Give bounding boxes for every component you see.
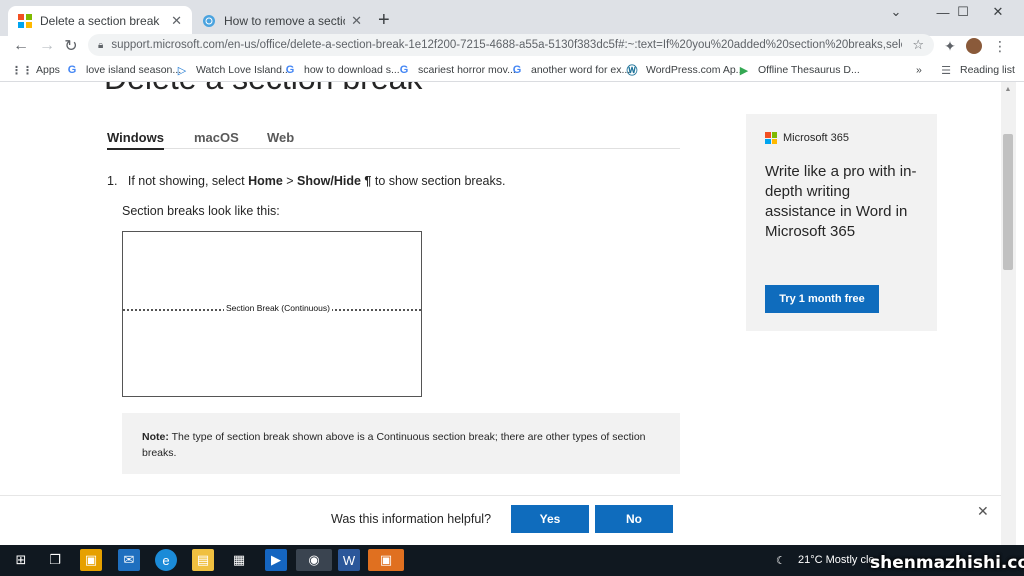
tab-title: How to remove a section break i xyxy=(224,14,345,28)
maximize-button[interactable]: ☐ xyxy=(945,0,981,24)
promo-brand: Microsoft 365 xyxy=(765,132,918,144)
avatar[interactable] xyxy=(966,38,982,54)
edge-icon[interactable]: e xyxy=(155,549,177,571)
bookmark-scariest-horror[interactable]: G scariest horror mov... xyxy=(398,64,516,76)
google-icon: G xyxy=(67,64,77,76)
reading-list-icon: ☰ xyxy=(941,64,951,77)
section-break-example: Section Break (Continuous) xyxy=(122,231,422,397)
store-icon[interactable]: ▣ xyxy=(80,549,102,571)
bookmark-wordpress[interactable]: Ⓦ WordPress.com Ap... xyxy=(626,64,745,77)
address-bar[interactable]: 🔒︎ support.microsoft.com/en-us/office/de… xyxy=(88,34,934,56)
google-icon: G xyxy=(399,64,409,76)
word-icon[interactable]: W xyxy=(338,549,360,571)
note-label: Note: xyxy=(142,431,169,443)
bookmark-offline-thesaurus[interactable]: ▶ Offline Thesaurus D... xyxy=(738,64,860,77)
no-button[interactable]: No xyxy=(595,505,673,533)
forward-button[interactable]: → xyxy=(36,36,58,56)
play-icon: ▷ xyxy=(177,64,187,77)
bookmark-watch-love-island[interactable]: ▷ Watch Love Island... xyxy=(176,64,291,77)
file-explorer-icon[interactable]: ▤ xyxy=(192,549,214,571)
close-tab-icon[interactable]: ✕ xyxy=(351,13,362,29)
scroll-up-icon[interactable]: ▲ xyxy=(1003,86,1013,93)
weather-icon[interactable]: ☾ xyxy=(776,554,786,567)
promo-brand-text: Microsoft 365 xyxy=(783,132,850,144)
step-text-end: to show section breaks. xyxy=(371,174,506,188)
bookmark-love-island[interactable]: G love island season... xyxy=(66,64,181,76)
bookmark-label: another word for ex... xyxy=(531,64,631,76)
app-icon[interactable]: ▦ xyxy=(228,549,250,571)
apps-grid-icon: ⋮⋮ xyxy=(11,64,33,77)
bookmarks-bar: ⋮⋮ Apps G love island season... ▷ Watch … xyxy=(0,60,1024,82)
close-window-button[interactable]: ✕ xyxy=(980,0,1016,24)
play-store-icon: ▶ xyxy=(739,64,749,77)
bookmark-label: how to download s... xyxy=(304,64,400,76)
bookmark-label: Watch Love Island... xyxy=(196,64,291,76)
step-separator: > xyxy=(282,174,298,188)
close-icon[interactable]: ✕ xyxy=(977,503,989,520)
tab-web[interactable]: Web xyxy=(267,130,294,145)
scrollbar-thumb[interactable] xyxy=(1003,134,1013,270)
bookmark-apps[interactable]: ⋮⋮ Apps xyxy=(11,64,60,77)
feedback-bar: Was this information helpful? Yes No ✕ xyxy=(0,495,1001,545)
reading-list-label: Reading list xyxy=(960,64,1015,76)
task-view-icon[interactable]: ❐ xyxy=(44,549,66,571)
watermark: shenmazhishi.com xyxy=(870,553,1024,573)
globe-icon xyxy=(203,15,215,27)
lock-icon: 🔒︎ xyxy=(98,39,104,51)
section-break-intro: Section breaks look like this: xyxy=(122,204,280,218)
weather-text[interactable]: 21°C Mostly cle xyxy=(798,554,875,566)
bookmarks-overflow-button[interactable]: » xyxy=(916,64,922,76)
microsoft-logo-icon xyxy=(765,132,777,144)
microsoft-logo-icon xyxy=(18,14,32,28)
windows-start-icon[interactable]: ⊞ xyxy=(10,549,32,571)
new-tab-button[interactable]: + xyxy=(378,9,390,32)
home-label: Home xyxy=(248,174,283,188)
app-window-icon[interactable]: ▣ xyxy=(368,549,404,571)
promo-headline: Write like a pro with in-depth writing a… xyxy=(765,163,917,240)
microsoft-365-promo: Microsoft 365 Write like a pro with in-d… xyxy=(746,114,937,331)
feedback-question: Was this information helpful? xyxy=(331,512,492,526)
step-text: If not showing, select xyxy=(127,174,249,188)
tab-strip: Delete a section break ✕ How to remove a… xyxy=(0,0,1024,36)
reading-list-button[interactable]: ☰ Reading list xyxy=(940,64,1015,77)
bookmark-label: Apps xyxy=(36,64,60,76)
bookmark-another-word[interactable]: G another word for ex... xyxy=(511,64,631,76)
google-icon: G xyxy=(512,64,522,76)
yes-button[interactable]: Yes xyxy=(511,505,589,533)
wordpress-icon: Ⓦ xyxy=(626,65,638,77)
section-break-label: Section Break (Continuous) xyxy=(224,303,332,313)
note-text: The type of section break shown above is… xyxy=(142,431,646,459)
tab-delete-section-break[interactable]: Delete a section break ✕ xyxy=(8,6,192,36)
step-number: 1. xyxy=(107,174,118,188)
reload-button[interactable]: ↻ xyxy=(60,36,82,56)
bookmark-label: Offline Thesaurus D... xyxy=(758,64,860,76)
google-icon: G xyxy=(285,64,295,76)
tab-how-to-remove[interactable]: How to remove a section break i ✕ xyxy=(192,6,372,36)
bookmark-star-icon[interactable]: ☆ xyxy=(912,37,924,53)
bookmark-how-to-download[interactable]: G how to download s... xyxy=(284,64,400,76)
menu-icon[interactable]: ⋮ xyxy=(990,36,1010,56)
bookmark-label: WordPress.com Ap... xyxy=(646,64,745,76)
step-1: 1. If not showing, select Home > Show/Hi… xyxy=(107,174,505,188)
chrome-icon[interactable]: ◉ xyxy=(296,549,332,571)
page-content: Delete a section break Windows macOS Web… xyxy=(0,82,1001,545)
show-hide-label: Show/Hide ¶ xyxy=(297,174,372,188)
tab-macos[interactable]: macOS xyxy=(194,130,239,145)
tab-windows[interactable]: Windows xyxy=(107,130,164,150)
mail-icon[interactable]: ✉ xyxy=(118,549,140,571)
url-text: support.microsoft.com/en-us/office/delet… xyxy=(111,39,903,51)
bookmark-label: love island season... xyxy=(86,64,182,76)
page-title: Delete a section break xyxy=(104,82,422,97)
tab-title: Delete a section break xyxy=(40,14,160,28)
platform-tabs: Windows macOS Web xyxy=(107,127,680,150)
back-button[interactable]: ← xyxy=(10,36,32,56)
extensions-icon[interactable]: ✦ xyxy=(940,36,960,56)
chevron-down-icon[interactable]: ⌄ xyxy=(878,0,914,24)
try-free-button[interactable]: Try 1 month free xyxy=(765,285,879,313)
close-tab-icon[interactable]: ✕ xyxy=(171,13,182,29)
note-box: Note: The type of section break shown ab… xyxy=(122,413,680,474)
media-player-icon[interactable]: ▶ xyxy=(265,549,287,571)
bookmark-label: scariest horror mov... xyxy=(418,64,516,76)
